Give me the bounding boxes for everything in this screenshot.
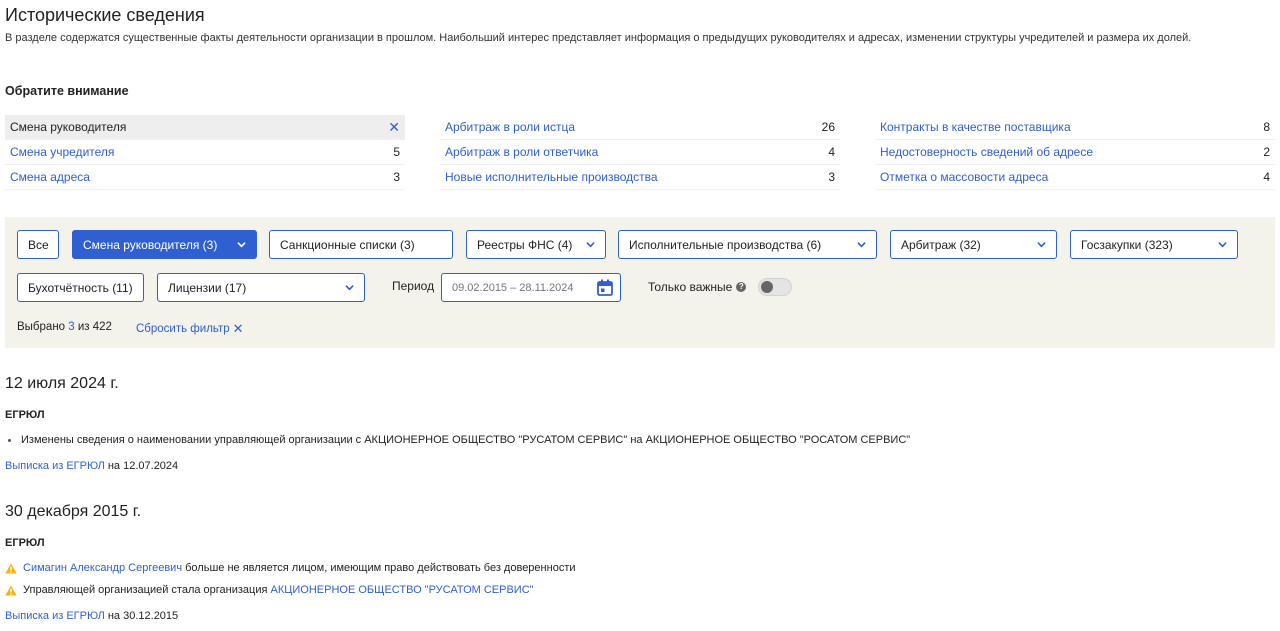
calendar-icon[interactable]	[597, 279, 613, 296]
chip-label: Исполнительные производства (6)	[629, 237, 822, 252]
fact-label[interactable]: Смена учредителя	[10, 145, 114, 159]
fact-count: 3	[828, 170, 835, 184]
selected-count-link[interactable]: 3	[68, 321, 74, 333]
chip-label: Все	[28, 237, 49, 252]
selected-suffix: из 422	[77, 321, 112, 333]
fact-label[interactable]: Смена адреса	[10, 170, 90, 184]
fact-item-founder-change[interactable]: Смена учредителя 5	[5, 140, 405, 165]
chip-label: Реестры ФНС (4)	[477, 237, 573, 252]
fact-count: 2	[1263, 145, 1270, 159]
chip-label: Бухотчётность (11)	[28, 280, 133, 295]
period-date-range-input[interactable]	[441, 273, 621, 302]
chevron-down-icon	[237, 242, 246, 248]
event-text: больше не является лицом, имеющим право …	[185, 562, 576, 574]
fact-count: 4	[1263, 170, 1270, 184]
selected-prefix: Выбрано	[17, 321, 66, 333]
fact-item-manager-change[interactable]: Смена руководителя ✕	[5, 115, 405, 140]
info-icon[interactable]: ?	[736, 282, 747, 292]
extract-line: Выписка из ЕГРЮЛ на 12.07.2024	[5, 460, 178, 472]
fact-count: 8	[1263, 120, 1270, 134]
important-only-text: Только важные	[648, 280, 733, 294]
person-link[interactable]: Симагин Александр Сергеевич	[23, 562, 182, 574]
chevron-down-icon	[586, 242, 595, 248]
chip-label: Арбитраж (32)	[901, 237, 981, 252]
chevron-down-icon	[345, 285, 354, 291]
facts-column-3: Контракты в качестве поставщика 8 Недост…	[875, 115, 1275, 190]
event-line: Изменены сведения о наименовании управля…	[8, 434, 910, 446]
fact-item-address-unreliable[interactable]: Недостоверность сведений об адресе 2	[875, 140, 1275, 165]
extract-date: на 30.12.2015	[107, 610, 179, 622]
fact-count: 3	[393, 170, 400, 184]
event-date: 30 декабря 2015 г.	[5, 503, 142, 520]
filter-chip-sanctions[interactable]: Санкционные списки (3)	[269, 230, 453, 259]
fact-label[interactable]: Контракты в качестве поставщика	[880, 120, 1071, 134]
event-text: Управляющей организацией стала организац…	[23, 584, 268, 596]
reset-filter-label: Сбросить фильтр	[136, 323, 230, 335]
filter-chip-procurement[interactable]: Госзакупки (323)	[1070, 230, 1238, 259]
chip-label: Лицензии (17)	[168, 280, 247, 295]
fact-item-arbitration-defendant[interactable]: Арбитраж в роли ответчика 4	[440, 140, 840, 165]
extract-line: Выписка из ЕГРЮЛ на 30.12.2015	[5, 610, 178, 622]
fact-label: Смена руководителя	[10, 120, 127, 134]
extract-date: на 12.07.2024	[107, 460, 179, 472]
fact-count: 4	[828, 145, 835, 159]
filter-chip-manager-change[interactable]: Смена руководителя (3)	[72, 230, 257, 259]
fact-label[interactable]: Новые исполнительные производства	[445, 170, 658, 184]
chip-label: Смена руководителя (3)	[83, 237, 218, 252]
page-description: В разделе содержатся существенные факты …	[5, 32, 1192, 44]
warning-icon	[5, 585, 17, 595]
fact-label[interactable]: Арбитраж в роли истца	[445, 120, 575, 134]
filter-chip-all[interactable]: Все	[17, 230, 59, 259]
notice-heading: Обратите внимание	[5, 84, 129, 98]
close-icon[interactable]: ✕	[388, 119, 400, 136]
event-line: Управляющей организацией стала организац…	[5, 584, 534, 596]
filter-panel: Все Смена руководителя (3) Санкционные с…	[5, 217, 1275, 348]
event-source: ЕГРЮЛ	[5, 409, 45, 421]
fact-label[interactable]: Арбитраж в роли ответчика	[445, 145, 598, 159]
facts-column-2: Арбитраж в роли истца 26 Арбитраж в роли…	[440, 115, 840, 190]
event-text: Изменены сведения о наименовании управля…	[21, 434, 911, 446]
bullet-icon	[8, 438, 11, 442]
period-label: Период	[392, 279, 435, 293]
event-line: Симагин Александр Сергеевич больше не яв…	[5, 562, 576, 574]
fact-item-supplier-contracts[interactable]: Контракты в качестве поставщика 8	[875, 115, 1275, 140]
fact-item-address-change[interactable]: Смена адреса 3	[5, 165, 405, 190]
filter-chip-arbitration[interactable]: Арбитраж (32)	[890, 230, 1057, 259]
event-source: ЕГРЮЛ	[5, 537, 45, 549]
filter-chip-enforcement[interactable]: Исполнительные производства (6)	[618, 230, 877, 259]
organization-link[interactable]: АКЦИОНЕРНОЕ ОБЩЕСТВО "РУСАТОМ СЕРВИС"	[271, 584, 534, 596]
chip-label: Санкционные списки (3)	[280, 237, 415, 252]
important-only-label: Только важные ?	[648, 280, 747, 294]
fact-item-enforcement[interactable]: Новые исполнительные производства 3	[440, 165, 840, 190]
chevron-down-icon	[857, 242, 866, 248]
close-icon: ✕	[232, 321, 244, 336]
filter-chip-accounting[interactable]: Бухотчётность (11)	[17, 273, 144, 302]
fact-item-mass-address[interactable]: Отметка о массовости адреса 4	[875, 165, 1275, 190]
selected-count-info: Выбрано 3 из 422	[17, 321, 112, 333]
fact-label[interactable]: Отметка о массовости адреса	[880, 170, 1048, 184]
extract-link[interactable]: Выписка из ЕГРЮЛ	[5, 460, 105, 472]
extract-link[interactable]: Выписка из ЕГРЮЛ	[5, 610, 105, 622]
warning-icon	[5, 563, 17, 573]
fact-label[interactable]: Недостоверность сведений об адресе	[880, 145, 1093, 159]
chip-label: Госзакупки (323)	[1081, 237, 1173, 252]
event-date: 12 июля 2024 г.	[5, 375, 119, 392]
facts-column-1: Смена руководителя ✕ Смена учредителя 5 …	[5, 115, 405, 190]
fact-item-arbitration-plaintiff[interactable]: Арбитраж в роли истца 26	[440, 115, 840, 140]
filter-chip-fns-registries[interactable]: Реестры ФНС (4)	[466, 230, 606, 259]
filter-chip-licenses[interactable]: Лицензии (17)	[157, 273, 365, 302]
page-title: Исторические сведения	[5, 5, 205, 25]
reset-filter-link[interactable]: Сбросить фильтр ✕	[136, 321, 244, 337]
key-facts-table: Смена руководителя ✕ Смена учредителя 5 …	[5, 115, 1275, 190]
chevron-down-icon	[1037, 242, 1046, 248]
fact-count: 5	[393, 145, 400, 159]
toggle-knob	[761, 281, 773, 293]
fact-count: 26	[821, 120, 835, 134]
important-only-toggle[interactable]	[758, 278, 792, 296]
chevron-down-icon	[1218, 242, 1227, 248]
